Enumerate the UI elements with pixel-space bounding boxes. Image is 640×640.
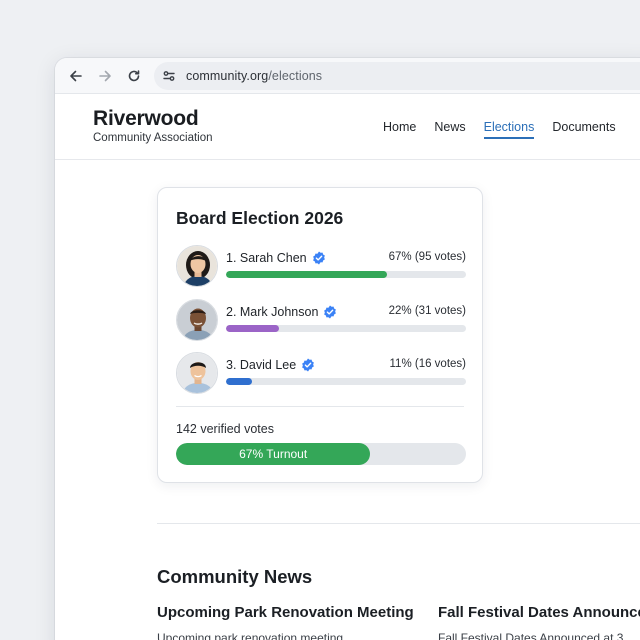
candidate-row: 3. David Lee 11% (16 votes) [176,352,466,396]
vote-bar-fill [226,378,253,385]
verified-badge-icon [302,358,315,372]
turnout-bar: 67% Turnout [176,443,466,465]
vote-bar-track [226,271,466,278]
vote-bar-fill [226,271,387,278]
candidate-name-text: 1. Sarah Chen [226,251,307,265]
address-bar[interactable]: community.org/elections [154,61,640,90]
site-nav: Home News Elections Documents [383,120,634,139]
site-settings-button[interactable] [160,67,178,85]
site-subtitle: Community Association [93,132,213,144]
back-button[interactable] [65,65,87,87]
avatar [176,352,218,394]
candidate-name: 1. Sarah Chen [226,251,326,265]
avatar [176,299,218,341]
site-name: Riverwood [93,107,199,130]
site-header: Riverwood Community Association Home New… [55,94,640,160]
candidate-name-text: 3. David Lee [226,358,297,372]
candidate-row: 2. Mark Johnson 22% (31 votes) [176,299,466,343]
nav-home[interactable]: Home [383,120,416,139]
nav-documents[interactable]: Documents [552,120,615,139]
reload-button[interactable] [123,65,145,87]
forward-button[interactable] [94,65,116,87]
nav-elections[interactable]: Elections [483,120,535,139]
browser-toolbar: community.org/elections [55,58,640,94]
election-card: Board Election 2026 1. Sarah Chen 67% (9… [157,187,483,483]
verified-badge-icon [312,251,325,265]
candidate-row: 1. Sarah Chen 67% (95 votes) [176,245,466,289]
nav-news[interactable]: News [434,120,465,139]
site-settings-icon [163,70,175,81]
forward-arrow-icon [99,70,111,81]
news-article-snippet: Upcoming park renovation meeting [157,631,344,640]
election-title: Board Election 2026 [176,208,344,228]
vote-bar-track [226,325,466,332]
candidate-vote-stat: 11% (16 votes) [389,358,467,370]
section-divider [157,523,640,524]
news-article-title[interactable]: Fall Festival Dates Announced [438,604,640,621]
back-arrow-icon [70,70,82,81]
news-section-title: Community News [157,566,313,587]
verified-badge-icon [324,305,337,319]
news-article-snippet: Fall Festival Dates Announced at 3 [438,631,624,640]
reload-icon [128,69,140,81]
candidate-name: 2. Mark Johnson [226,305,337,319]
turnout-bar-fill: 67% Turnout [176,443,371,465]
vote-bar-track [226,378,466,385]
turnout-label: 67% Turnout [239,447,308,461]
news-article-title[interactable]: Upcoming Park Renovation Meeting [157,604,429,621]
browser-window: community.org/elections Riverwood Commun… [55,58,640,640]
verified-votes-count: 142 verified votes [176,422,274,436]
avatar [176,245,218,287]
news-article[interactable]: Upcoming Park Renovation Meeting Upcomin… [157,604,429,640]
candidate-name: 3. David Lee [226,358,315,372]
candidate-vote-stat: 22% (31 votes) [388,305,466,317]
news-article[interactable]: Fall Festival Dates Announced Fall Festi… [438,604,640,640]
address-url: community.org/elections [186,69,322,83]
site-brand[interactable]: Riverwood Community Association [93,107,213,144]
url-domain: community.org [186,68,269,83]
url-path: /elections [268,68,323,83]
candidate-name-text: 2. Mark Johnson [226,305,319,319]
candidate-vote-stat: 67% (95 votes) [388,251,466,263]
vote-bar-fill [226,325,279,332]
card-divider [176,406,464,407]
